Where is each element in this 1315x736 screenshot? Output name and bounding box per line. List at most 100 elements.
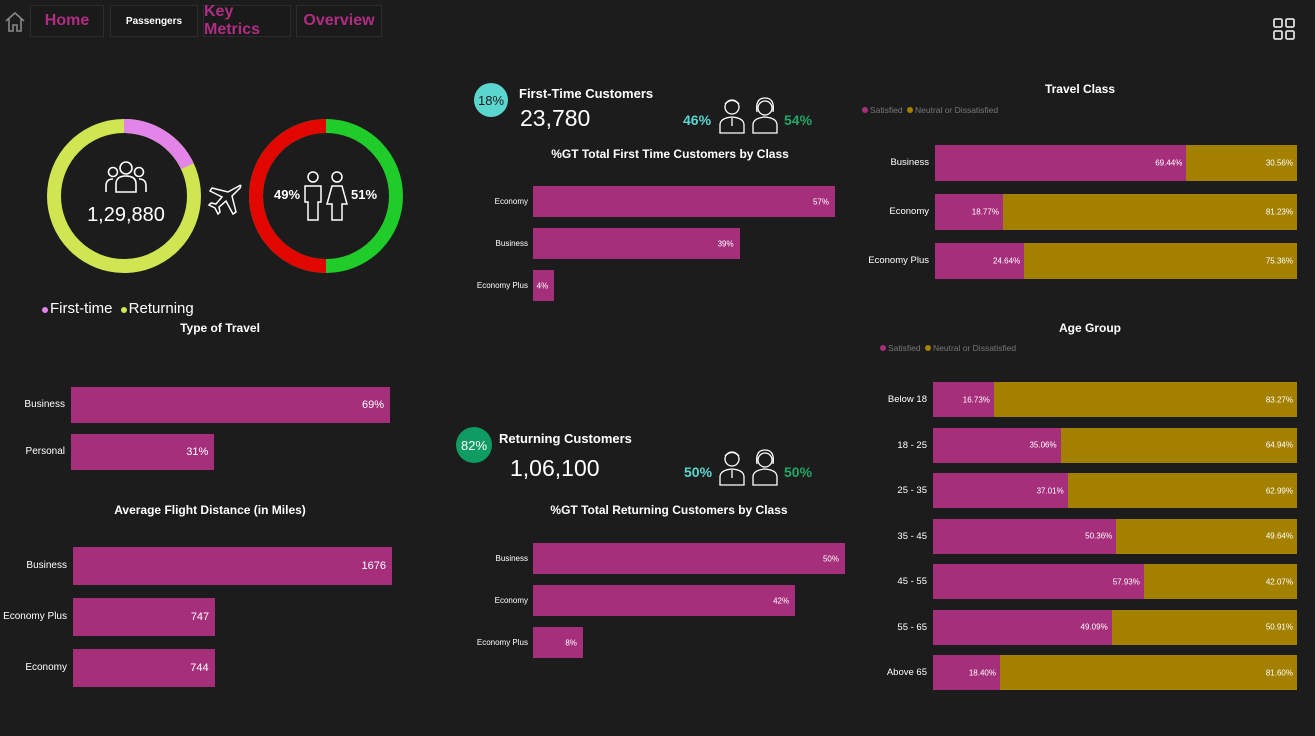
data-label: 16.73% (962, 395, 990, 404)
satisfied-segment[interactable]: 57.93% (933, 564, 1144, 599)
data-label: 30.56% (1265, 158, 1293, 168)
stacked-bar[interactable]: 18.77% 81.23% (935, 194, 1297, 230)
bar[interactable]: 1676 (73, 547, 392, 585)
neutral-segment[interactable]: 62.99% (1067, 473, 1297, 508)
returning-male-pct: 50% (684, 464, 713, 480)
age-group-title: Age Group (1059, 321, 1121, 335)
data-label: 8% (565, 638, 577, 647)
category-label: Economy (889, 206, 929, 217)
first-time-title: First-Time Customers (519, 86, 654, 101)
data-label: 64.94% (1265, 440, 1293, 450)
neutral-segment[interactable]: 83.27% (993, 382, 1297, 417)
neutral-segment[interactable]: 49.64% (1116, 518, 1297, 554)
bar[interactable]: 744 (73, 649, 215, 687)
stacked-bar[interactable]: 50.36% 49.64% (933, 518, 1297, 554)
grid-view-icon[interactable] (1272, 17, 1296, 41)
legend-satisfied-dot (880, 345, 886, 351)
first-time-badge: 18% (474, 83, 508, 117)
category-label: Economy (25, 662, 67, 673)
stacked-bar[interactable]: 18.40% 81.60% (933, 655, 1297, 690)
stacked-bar[interactable]: 37.01% 62.99% (933, 473, 1297, 508)
data-label: 75.36% (1265, 256, 1293, 266)
neutral-segment[interactable]: 81.23% (1002, 194, 1297, 230)
satisfied-segment[interactable]: 18.40% (933, 655, 1000, 690)
satisfied-segment[interactable]: 18.77% (935, 194, 1003, 230)
bar[interactable]: 31% (71, 434, 215, 470)
data-label: 81.23% (1265, 207, 1293, 217)
bar[interactable]: 42% (533, 585, 796, 616)
category-label: 55 - 65 (897, 621, 927, 633)
bar[interactable]: 39% (533, 228, 740, 259)
satisfied-segment[interactable]: 69.44% (935, 145, 1187, 181)
stacked-bar[interactable]: 24.64% 75.36% (935, 243, 1297, 279)
data-label: 42.07% (1265, 577, 1293, 586)
data-label: 747 (190, 611, 210, 623)
nav-home-button[interactable]: Home (30, 5, 104, 37)
first-time-class-title: %GT Total First Time Customers by Class (551, 147, 789, 161)
type-of-travel-title: Type of Travel (180, 321, 260, 335)
legend-neutral-dot (924, 345, 931, 351)
data-label: 49.09% (1080, 622, 1108, 632)
satisfied-segment[interactable]: 16.73% (933, 382, 994, 417)
data-label: 62.99% (1265, 486, 1293, 495)
stacked-bar[interactable]: 35.06% 64.94% (933, 427, 1297, 463)
airplane-icon (205, 180, 245, 220)
category-label: 45 - 55 (897, 576, 927, 587)
neutral-segment[interactable]: 30.56% (1186, 145, 1297, 181)
first-time-female-pct: 54% (784, 112, 813, 128)
data-label: 57.93% (1112, 577, 1140, 586)
passengers-icon (104, 158, 148, 198)
neutral-segment[interactable]: 64.94% (1060, 427, 1297, 463)
bar[interactable]: 4% (533, 270, 555, 301)
category-label: 25 - 35 (897, 485, 927, 496)
data-label: 24.64% (993, 256, 1021, 266)
satisfied-segment[interactable]: 24.64% (935, 243, 1025, 279)
stacked-bar[interactable]: 69.44% 30.56% (935, 145, 1297, 181)
bar[interactable]: 57% (533, 186, 835, 217)
satisfied-segment[interactable]: 49.09% (933, 609, 1112, 645)
bar[interactable]: 8% (533, 627, 583, 658)
neutral-segment[interactable]: 81.60% (999, 655, 1297, 690)
category-label: Economy Plus (476, 281, 528, 290)
data-label: 69% (361, 399, 384, 411)
bar[interactable]: 747 (73, 598, 216, 636)
donut-legend: First-time Returning (42, 300, 194, 317)
category-label: Below 18 (887, 394, 927, 405)
legend-returning-dot (120, 307, 127, 313)
nav-key-metrics-button[interactable]: Key Metrics (203, 3, 291, 38)
data-label: 50.91% (1265, 622, 1293, 632)
data-label: 1676 (361, 560, 386, 572)
nav-passengers-button[interactable]: Passengers (110, 5, 198, 37)
category-label: Business (890, 157, 929, 168)
returning-title: Returning Customers (499, 431, 632, 446)
legend-first-time: First-time (50, 300, 113, 317)
satisfied-segment[interactable]: 37.01% (933, 473, 1068, 508)
neutral-segment[interactable]: 42.07% (1143, 564, 1297, 599)
age-group-legend: Satisfied Neutral or Dissatisfied (880, 343, 1016, 353)
stacked-bar[interactable]: 49.09% 50.91% (933, 609, 1297, 645)
bar[interactable]: 50% (533, 543, 845, 574)
bar[interactable]: 69% (71, 387, 390, 423)
stacked-bar[interactable]: 16.73% 83.27% (933, 382, 1297, 417)
category-label: Business (495, 554, 528, 563)
data-label: 57% (812, 197, 829, 206)
stacked-bar[interactable]: 57.93% 42.07% (933, 564, 1297, 599)
returning-badge: 82% (456, 427, 492, 463)
data-label: 39% (717, 239, 734, 248)
travel-class-title: Travel Class (1044, 82, 1116, 96)
home-icon[interactable] (3, 10, 27, 34)
neutral-segment[interactable]: 75.36% (1024, 243, 1297, 279)
data-label: 18.40% (968, 668, 996, 677)
first-time-male-icon (717, 96, 747, 134)
first-time-count: 23,780 (520, 105, 591, 131)
data-label: 50.36% (1085, 531, 1113, 541)
data-label: 37.01% (1036, 486, 1064, 495)
nav-overview-button[interactable]: Overview (296, 5, 382, 37)
data-label: 69.44% (1155, 158, 1183, 168)
neutral-segment[interactable]: 50.91% (1111, 609, 1297, 645)
satisfied-segment[interactable]: 35.06% (933, 427, 1061, 463)
category-label: Above 65 (886, 667, 927, 678)
satisfied-segment[interactable]: 50.36% (933, 518, 1117, 554)
legend-satisfied: Satisfied (870, 105, 903, 115)
data-label: 50% (822, 554, 839, 563)
